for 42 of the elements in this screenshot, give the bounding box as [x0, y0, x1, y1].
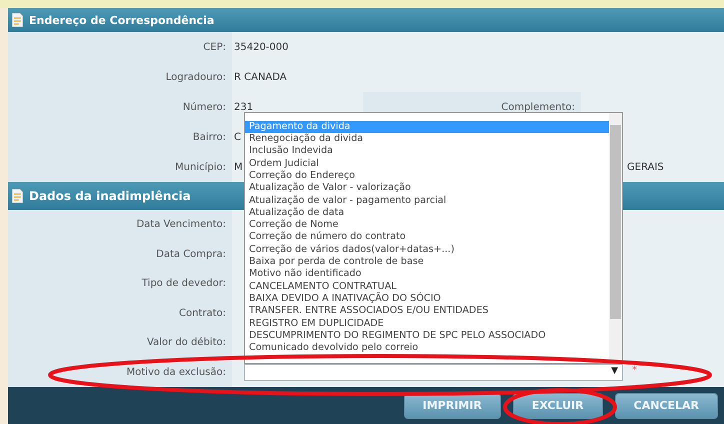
dropdown-option[interactable]: Correção de vários dados(valor+datas+...)	[245, 244, 609, 256]
field-value: 35420-000	[233, 42, 289, 52]
dropdown-option[interactable]: Inclusão Indevida	[245, 145, 609, 158]
document-icon	[12, 13, 23, 27]
dropdown-option[interactable]: Correção do Endereço	[245, 170, 609, 182]
scrollbar[interactable]	[609, 112, 622, 363]
field-value: C	[233, 132, 241, 142]
field-value: R CANADA	[233, 72, 287, 82]
dropdown-option[interactable]: Renegociação da divida	[245, 133, 609, 146]
dropdown-option[interactable]: DESCUMPRIMENTO DO REGIMENTO DE SPC PELO ASSOCIADO	[245, 330, 609, 342]
dropdown-option[interactable]: Atualização de Valor - valorização	[245, 182, 609, 195]
reason-select[interactable]: ▼	[244, 364, 623, 381]
dropdown-option[interactable]: Correção de número do contrato	[245, 231, 609, 244]
dropdown-option[interactable]: TRANSFER. ENTRE ASSOCIADOS E/OU ENTIDADES	[245, 305, 609, 318]
field-label: Número:	[8, 92, 232, 122]
dropdown-option[interactable]: Comunicado devolvido pelo correio	[245, 342, 609, 354]
field-label: Valor do débito:	[8, 328, 232, 358]
dropdown-option[interactable]: Motivo não identificado	[245, 268, 609, 281]
dropdown-option[interactable]: Correção de Nome	[245, 219, 609, 232]
field-label: Data Vencimento:	[8, 210, 232, 240]
document-icon	[12, 189, 23, 203]
field-label: Bairro:	[8, 122, 232, 152]
dropdown-option[interactable]: Atualização de valor - pagamento parcial	[245, 194, 609, 207]
field-value: M	[233, 162, 243, 172]
section-title: Dados da inadimplência	[29, 189, 191, 203]
dropdown-option[interactable]: Baixa por perda de controle de base	[245, 256, 609, 268]
dropdown-option[interactable]: REGISTRO EM DUPLICIDADE	[245, 318, 609, 330]
field-label: Tipo de devedor:	[8, 269, 232, 298]
field-value: 231	[233, 102, 254, 112]
dropdown-option[interactable]: CANCELAMENTO CONTRATUAL	[245, 280, 609, 293]
field-value: GERAIS	[627, 162, 664, 172]
dropdown-arrow-icon: ▼	[611, 366, 618, 376]
dropdown-option[interactable]: BAIXA DEVIDO A INATIVAÇÃO DO SÓCIO	[245, 292, 609, 306]
field-label: Data Compra:	[8, 240, 232, 269]
field-label: CEP:	[8, 32, 232, 62]
required-mark: *	[632, 364, 637, 376]
field-label: Logradouro:	[8, 62, 232, 92]
field-label: Contrato:	[8, 298, 232, 328]
section-title: Endereço de Correspondência	[29, 14, 214, 26]
dropdown-option[interactable]: Ordem Judicial	[245, 158, 609, 170]
dropdown-option[interactable]: Atualização de data	[245, 206, 609, 220]
field-label: Município:	[8, 152, 232, 182]
